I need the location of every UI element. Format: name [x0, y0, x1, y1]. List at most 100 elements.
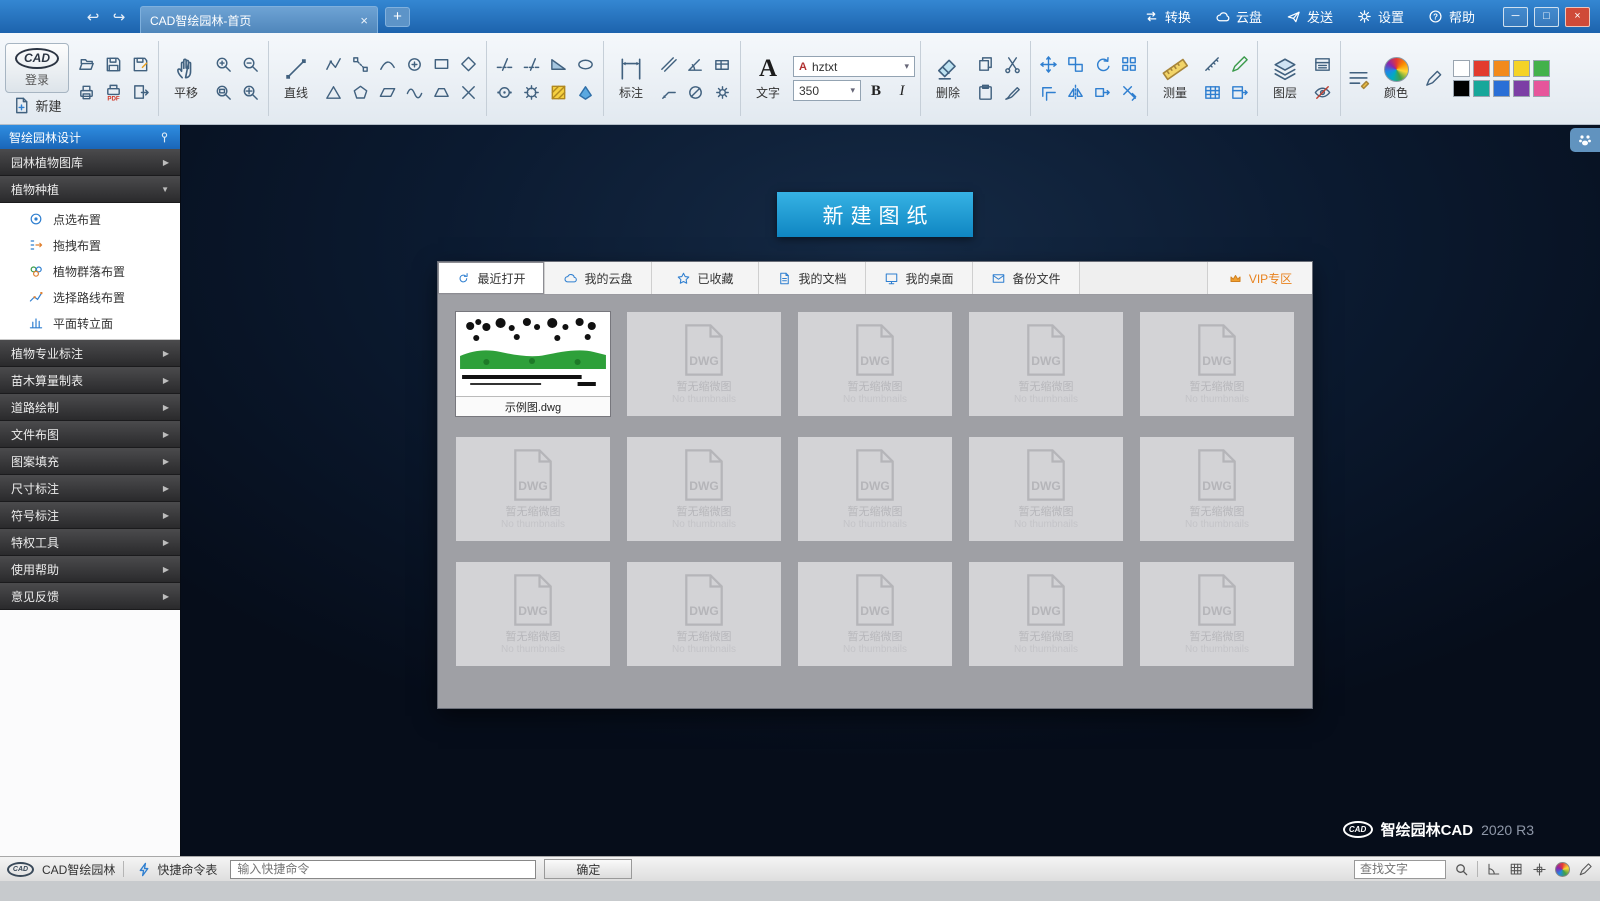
delete-tool[interactable]: 删除	[926, 36, 970, 121]
sidebar-item-symbol-annotation[interactable]: 符号标注 ▶	[0, 502, 180, 529]
submenu-item-drag-place[interactable]: 拖拽布置	[0, 232, 180, 258]
file-card-empty[interactable]: DWG 暂无缩微图 No thumbnails	[1140, 562, 1294, 666]
color-swatch[interactable]	[1513, 80, 1530, 97]
rectangle-icon[interactable]	[432, 55, 451, 74]
search-input[interactable]	[1354, 859, 1446, 879]
pen-icon[interactable]	[1424, 69, 1443, 88]
polyline-icon[interactable]	[324, 55, 343, 74]
cloud-button[interactable]: 云盘	[1203, 0, 1274, 33]
ok-button[interactable]: 确定	[544, 859, 633, 879]
tab-favorites[interactable]: 已收藏	[652, 262, 759, 294]
dim-settings-icon[interactable]	[713, 83, 732, 102]
layer-tool[interactable]: 图层	[1263, 36, 1307, 121]
paste-icon[interactable]	[976, 83, 995, 102]
text-tool[interactable]: A 文字	[746, 36, 790, 121]
send-button[interactable]: 发送	[1274, 0, 1345, 33]
settings-button[interactable]: 设置	[1345, 0, 1416, 33]
move-icon[interactable]	[1039, 55, 1058, 74]
hatch-icon[interactable]	[549, 83, 568, 102]
point-array-icon[interactable]	[495, 83, 514, 102]
bold-button[interactable]: B	[865, 80, 887, 101]
tab-my-desktop[interactable]: 我的桌面	[866, 262, 973, 294]
file-card-empty[interactable]: DWG 暂无缩微图 No thumbnails	[627, 312, 781, 416]
color-swatch[interactable]	[1493, 60, 1510, 77]
ellipse-icon[interactable]	[576, 55, 595, 74]
pen-icon[interactable]	[1578, 862, 1593, 877]
file-card-empty[interactable]: DWG 暂无缩微图 No thumbnails	[798, 437, 952, 541]
table-icon[interactable]	[1203, 83, 1222, 102]
new-tab-button[interactable]: +	[385, 6, 410, 27]
tab-my-documents[interactable]: 我的文档	[759, 262, 866, 294]
color-swatch[interactable]	[1493, 80, 1510, 97]
close-button[interactable]: ×	[1565, 6, 1590, 27]
crosshair-icon[interactable]	[1532, 862, 1547, 877]
trim-icon[interactable]	[1120, 83, 1139, 102]
minimize-button[interactable]: ─	[1503, 6, 1528, 27]
sidebar-item-premium-tools[interactable]: 特权工具 ▶	[0, 529, 180, 556]
help-button[interactable]: ? 帮助	[1416, 0, 1487, 33]
tab-my-cloud[interactable]: 我的云盘	[545, 262, 652, 294]
solid-fill-icon[interactable]	[576, 83, 595, 102]
offset-icon[interactable]	[1039, 83, 1058, 102]
maximize-button[interactable]: □	[1534, 6, 1559, 27]
tab-backup-files[interactable]: 备份文件	[973, 262, 1080, 294]
copy-icon[interactable]	[976, 55, 995, 74]
color-swatch[interactable]	[1453, 60, 1470, 77]
sidebar-item-plant-planting[interactable]: 植物种植 ▼	[0, 176, 180, 203]
new-file-button[interactable]: 新建	[12, 96, 62, 115]
command-input[interactable]	[230, 859, 537, 879]
color-swatch[interactable]	[1473, 60, 1490, 77]
circle-center-icon[interactable]	[405, 55, 424, 74]
file-card-empty[interactable]: DWG 暂无缩微图 No thumbnails	[1140, 437, 1294, 541]
scale-measure-icon[interactable]	[1203, 55, 1222, 74]
measure-tool[interactable]: 测量	[1153, 36, 1197, 121]
sidebar-item-help[interactable]: 使用帮助 ▶	[0, 556, 180, 583]
convert-button[interactable]: 转换	[1132, 0, 1203, 33]
cross-lines-icon[interactable]	[459, 83, 478, 102]
pdf-print-icon[interactable]: PDF	[104, 83, 123, 102]
layer-list-icon[interactable]	[1313, 55, 1332, 74]
pin-icon[interactable]	[158, 131, 171, 144]
angular-dim-icon[interactable]	[686, 55, 705, 74]
export-icon[interactable]	[131, 83, 150, 102]
file-card-empty[interactable]: DWG 暂无缩微图 No thumbnails	[456, 437, 610, 541]
search-icon[interactable]	[1454, 862, 1469, 877]
sidebar-item-feedback[interactable]: 意见反馈 ▶	[0, 583, 180, 610]
linetype-list-icon[interactable]	[1346, 66, 1371, 92]
line-tool[interactable]: 直线	[274, 36, 318, 121]
file-card-empty[interactable]: DWG 暂无缩微图 No thumbnails	[798, 312, 952, 416]
forward-icon[interactable]: ↪	[108, 8, 130, 26]
submenu-item-point-place[interactable]: 点选布置	[0, 206, 180, 232]
submenu-item-plan-to-elevation[interactable]: 平面转立面	[0, 310, 180, 336]
document-tab[interactable]: CAD智绘园林-首页 ×	[140, 6, 378, 33]
file-card-sample[interactable]: 示例图.dwg	[456, 312, 610, 416]
submenu-item-route-place[interactable]: 选择路线布置	[0, 284, 180, 310]
zoom-window-icon[interactable]	[214, 83, 233, 102]
quick-command-button[interactable]: 快捷命令表	[132, 861, 222, 878]
divide-circle-icon[interactable]	[522, 83, 541, 102]
export-table-icon[interactable]	[1230, 83, 1249, 102]
file-card-empty[interactable]: DWG 暂无缩微图 No thumbnails	[1140, 312, 1294, 416]
back-icon[interactable]: ↩	[82, 8, 104, 26]
wave-icon[interactable]	[405, 83, 424, 102]
login-button[interactable]: CAD 登录	[5, 42, 69, 93]
tab-close-icon[interactable]: ×	[360, 13, 368, 28]
file-card-empty[interactable]: DWG 暂无缩微图 No thumbnails	[969, 562, 1123, 666]
sidebar-item-plant-library[interactable]: 园林植物图库 ▶	[0, 149, 180, 176]
pan-tool[interactable]: 平移	[164, 36, 208, 121]
font-select[interactable]: A hztxt ▾	[793, 56, 915, 77]
marker-pen-icon[interactable]	[1230, 55, 1249, 74]
new-drawing-button[interactable]: 新建图纸	[777, 192, 973, 237]
diameter-dim-icon[interactable]	[686, 83, 705, 102]
sidebar-item-pattern-fill[interactable]: 图案填充 ▶	[0, 448, 180, 475]
text-size-select[interactable]: 350 ▾	[793, 80, 861, 101]
file-card-empty[interactable]: DWG 暂无缩微图 No thumbnails	[969, 437, 1123, 541]
array-icon[interactable]	[1120, 55, 1139, 74]
spline-icon[interactable]	[378, 55, 397, 74]
save-icon[interactable]	[104, 55, 123, 74]
triangle-icon[interactable]	[324, 83, 343, 102]
copy-object-icon[interactable]	[1066, 55, 1085, 74]
color-swatch[interactable]	[1453, 80, 1470, 97]
sidebar-item-road-drawing[interactable]: 道路绘制 ▶	[0, 394, 180, 421]
ortho-angle-icon[interactable]	[1486, 862, 1501, 877]
